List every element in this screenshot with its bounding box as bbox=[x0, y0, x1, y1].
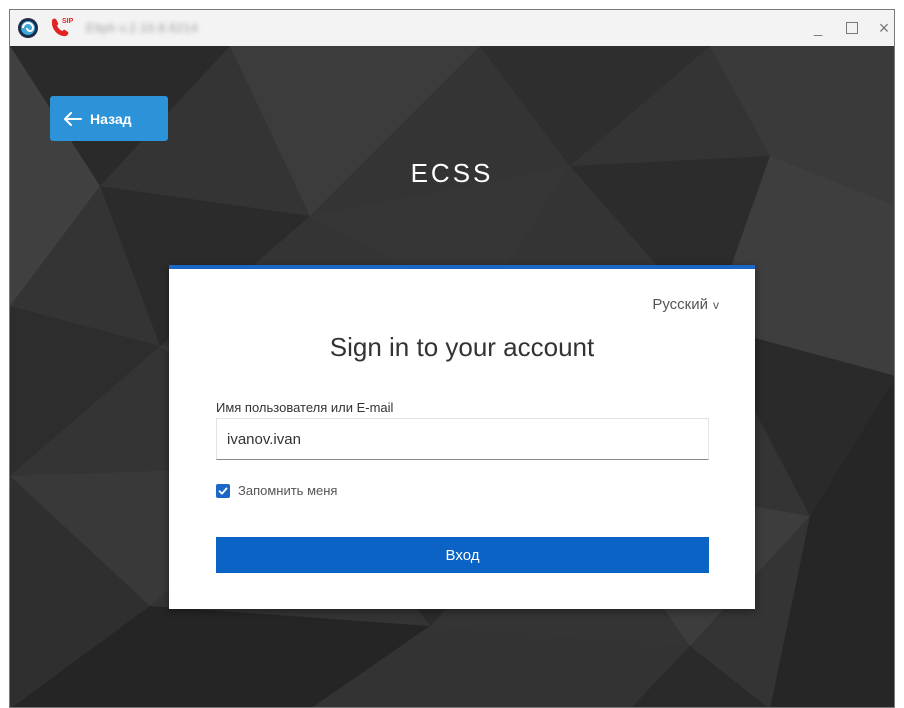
language-label: Русский bbox=[652, 296, 708, 313]
close-button[interactable]: × bbox=[868, 10, 894, 46]
chevron-down-icon: v bbox=[713, 298, 719, 312]
username-label: Имя пользователя или E-mail bbox=[216, 400, 394, 415]
minimize-icon: _ bbox=[813, 19, 823, 37]
arrow-left-icon bbox=[64, 111, 82, 126]
sip-phone-icon: SIP bbox=[48, 15, 76, 41]
login-page: Назад ECSS Русский v Sign in to your acco… bbox=[10, 46, 894, 707]
language-selector[interactable]: Русский v bbox=[652, 296, 719, 313]
app-icon bbox=[17, 17, 39, 39]
remember-me-checkbox[interactable]: Запомнить меня bbox=[216, 483, 337, 498]
brand-title: ECSS bbox=[410, 158, 494, 188]
login-card: Русский v Sign in to your account Имя пол… bbox=[169, 265, 755, 609]
close-icon: × bbox=[878, 17, 890, 38]
login-button[interactable]: Вход bbox=[216, 537, 709, 573]
remember-me-label: Запомнить меня bbox=[238, 483, 338, 498]
minimize-button[interactable]: _ bbox=[802, 10, 834, 46]
back-button[interactable]: Назад bbox=[50, 96, 168, 141]
maximize-button[interactable] bbox=[836, 10, 868, 46]
back-button-label: Назад bbox=[90, 110, 132, 127]
maximize-icon bbox=[846, 22, 858, 34]
app-window: SIP Eltph v.2.10.8.6214 _ × Назад ECSS Р… bbox=[9, 9, 895, 708]
username-input[interactable] bbox=[216, 418, 709, 460]
title-bar: SIP Eltph v.2.10.8.6214 _ × bbox=[10, 10, 894, 47]
window-title: Eltph v.2.10.8.6214 bbox=[86, 21, 199, 35]
sip-badge: SIP bbox=[62, 18, 74, 25]
login-heading: Sign in to your account bbox=[329, 332, 595, 362]
checkbox-checked-icon bbox=[216, 483, 230, 498]
